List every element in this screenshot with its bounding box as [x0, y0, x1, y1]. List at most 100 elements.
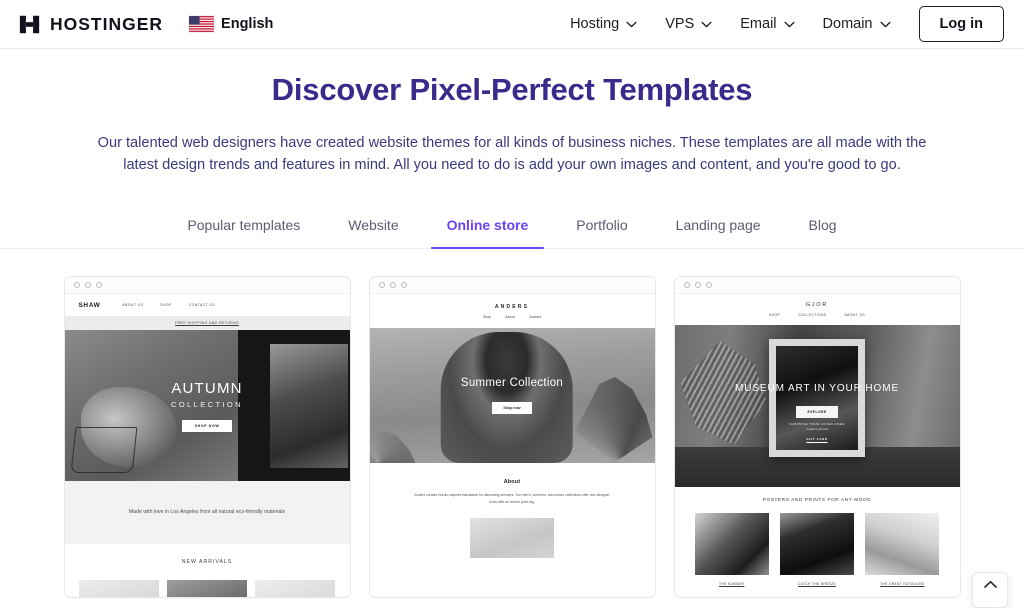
category-tabs: Popular templates Website Online store P…: [0, 211, 1024, 249]
nav-label: Domain: [822, 16, 873, 32]
frame-line-1: SURPRISE YOUR LOVED ONES: [789, 422, 845, 426]
preview-section-title: POSTERS AND PRINTS FOR ANY MOOD: [762, 497, 872, 503]
gallery-caption: THE GREAT OUTDOORS: [880, 582, 925, 586]
nav-item-domain[interactable]: Domain: [809, 10, 905, 38]
chevron-down-icon: [626, 21, 637, 27]
template-card-gjor[interactable]: GJOR SHOP COLLECTIONS ABOUT US SURPRISE …: [673, 276, 961, 598]
chevron-down-icon: [784, 21, 795, 27]
product-thumb: [166, 580, 248, 597]
preview-nav-link: COLLECTIONS: [798, 313, 827, 317]
preview-section-heading: POSTERS AND PRINTS FOR ANY MOOD: [674, 487, 960, 513]
preview-tagline-band: Made with love in Los Angeles from all n…: [64, 481, 350, 544]
page-root: HOSTINGER English Hosting VPS Email Doma…: [0, 0, 1024, 608]
preview-hero-button: SHOP NOW: [181, 419, 233, 432]
template-preview: ANDERS Shop About Contact Summer Collect…: [369, 294, 655, 597]
preview-nav-link: CONTACT US: [188, 303, 215, 307]
preview-hero-subtitle: COLLECTION: [171, 399, 243, 409]
preview-section-title: About: [503, 479, 521, 485]
browser-chrome-bar: [64, 277, 350, 294]
tab-portfolio[interactable]: Portfolio: [552, 211, 651, 248]
scroll-to-top-button[interactable]: [972, 572, 1008, 608]
preview-nav-link: ABOUT US: [844, 313, 866, 317]
preview-hero-title: Summer Collection: [460, 377, 564, 389]
gallery-caption: CATCH THE BREEZE: [798, 582, 836, 586]
frame-link: GIFT CARD: [806, 437, 828, 441]
tab-popular-templates[interactable]: Popular templates: [163, 211, 324, 248]
frame-line-2: Traditions gift card: [805, 428, 828, 431]
nav-label: VPS: [665, 16, 695, 32]
preview-hero-button: Shop now: [492, 402, 532, 414]
gallery-image: [694, 513, 769, 575]
preview-announcement-bar: FREE SHIPPING AND RETURNS: [64, 316, 350, 330]
tab-online-store[interactable]: Online store: [423, 211, 553, 249]
template-grid: SHAW ABOUT US SHOP CONTACT US FREE SHIPP…: [0, 276, 1024, 598]
brand-name: HOSTINGER: [50, 13, 164, 34]
preview-hero-button: EXPLORE: [796, 406, 838, 418]
nav-item-vps[interactable]: VPS: [651, 10, 726, 38]
template-preview: SHAW ABOUT US SHOP CONTACT US FREE SHIPP…: [64, 294, 350, 597]
nav-label: Email: [740, 16, 777, 32]
preview-hero-text: Summer Collection Shop now: [370, 328, 655, 463]
preview-nav-link: About: [505, 314, 515, 319]
page-description: Our talented web designers have created …: [97, 135, 927, 173]
chevron-up-icon: [983, 580, 997, 588]
preview-hero-title: AUTUMN: [171, 379, 243, 397]
gallery-item: THE SUMMER: [694, 513, 769, 586]
nav-item-hosting[interactable]: Hosting: [556, 10, 651, 38]
main-nav: Hosting VPS Email Domain Log in: [556, 6, 1004, 42]
template-card-anders[interactable]: ANDERS Shop About Contact Summer Collect…: [368, 276, 656, 598]
window-dot-icon: [400, 282, 407, 288]
preview-nav-link: SHOP: [768, 313, 781, 317]
preview-nav-link: Contact: [528, 314, 542, 319]
browser-chrome-bar: [369, 277, 655, 294]
preview-nav: SHAW ABOUT US SHOP CONTACT US: [64, 294, 350, 316]
nav-label: Hosting: [570, 16, 620, 32]
preview-nav: ANDERS Shop About Contact: [369, 294, 655, 328]
preview-footer-image: [470, 518, 554, 558]
window-dot-icon: [683, 282, 690, 288]
preview-gallery: THE SUMMER CATCH THE BREEZE THE GREAT OU…: [675, 513, 960, 586]
window-dot-icon: [389, 282, 396, 288]
hostinger-mark-icon: [19, 15, 40, 33]
preview-hero-text: MUSEUM ART IN YOUR HOME EXPLORE: [675, 383, 960, 418]
tab-landing-page[interactable]: Landing page: [652, 211, 785, 248]
announcement-text: FREE SHIPPING AND RETURNS: [175, 321, 239, 325]
chevron-down-icon: [701, 21, 712, 27]
preview-logo: ANDERS: [494, 303, 530, 310]
preview-hero-text: AUTUMN COLLECTION SHOP NOW: [65, 330, 350, 481]
preview-logo: GJOR: [805, 302, 829, 308]
login-button[interactable]: Log in: [918, 6, 1004, 42]
tab-blog[interactable]: Blog: [785, 211, 861, 248]
gallery-image: [865, 513, 940, 575]
preview-nav-links: SHOP COLLECTIONS ABOUT US: [769, 313, 865, 317]
template-preview: GJOR SHOP COLLECTIONS ABOUT US SURPRISE …: [674, 294, 960, 597]
hero-section: Discover Pixel-Perfect Templates Our tal…: [0, 49, 1024, 176]
gallery-item: CATCH THE BREEZE: [779, 513, 855, 586]
window-dot-icon: [694, 282, 701, 288]
preview-tagline: Made with love in Los Angeles from all n…: [128, 509, 286, 515]
gallery-image: [779, 513, 855, 575]
preview-hero: Summer Collection Shop now: [369, 328, 655, 463]
language-selector[interactable]: English: [189, 16, 273, 32]
preview-nav-link: Shop: [482, 314, 492, 319]
tab-website[interactable]: Website: [324, 211, 422, 248]
window-dot-icon: [378, 282, 385, 288]
preview-hero: AUTUMN COLLECTION SHOP NOW: [64, 330, 350, 481]
hostinger-logo[interactable]: HOSTINGER: [18, 13, 163, 36]
language-label: English: [221, 16, 274, 32]
preview-about-section: About Anders creates Nordic-inspired swe…: [369, 463, 655, 505]
preview-product-row: [65, 580, 350, 597]
gallery-caption: THE SUMMER: [718, 582, 745, 586]
template-card-shaw[interactable]: SHAW ABOUT US SHOP CONTACT US FREE SHIPP…: [63, 276, 351, 598]
window-dot-icon: [95, 282, 102, 288]
page-title: Discover Pixel-Perfect Templates: [271, 72, 753, 107]
us-flag-icon: [189, 16, 215, 32]
window-dot-icon: [705, 282, 712, 288]
preview-nav: GJOR SHOP COLLECTIONS ABOUT US: [674, 294, 960, 325]
preview-section-heading: NEW ARRIVALS: [64, 544, 350, 580]
product-thumb: [78, 580, 159, 597]
browser-chrome-bar: [674, 277, 960, 294]
product-thumb: [255, 580, 336, 597]
nav-item-email[interactable]: Email: [726, 10, 808, 38]
window-dot-icon: [84, 282, 91, 288]
